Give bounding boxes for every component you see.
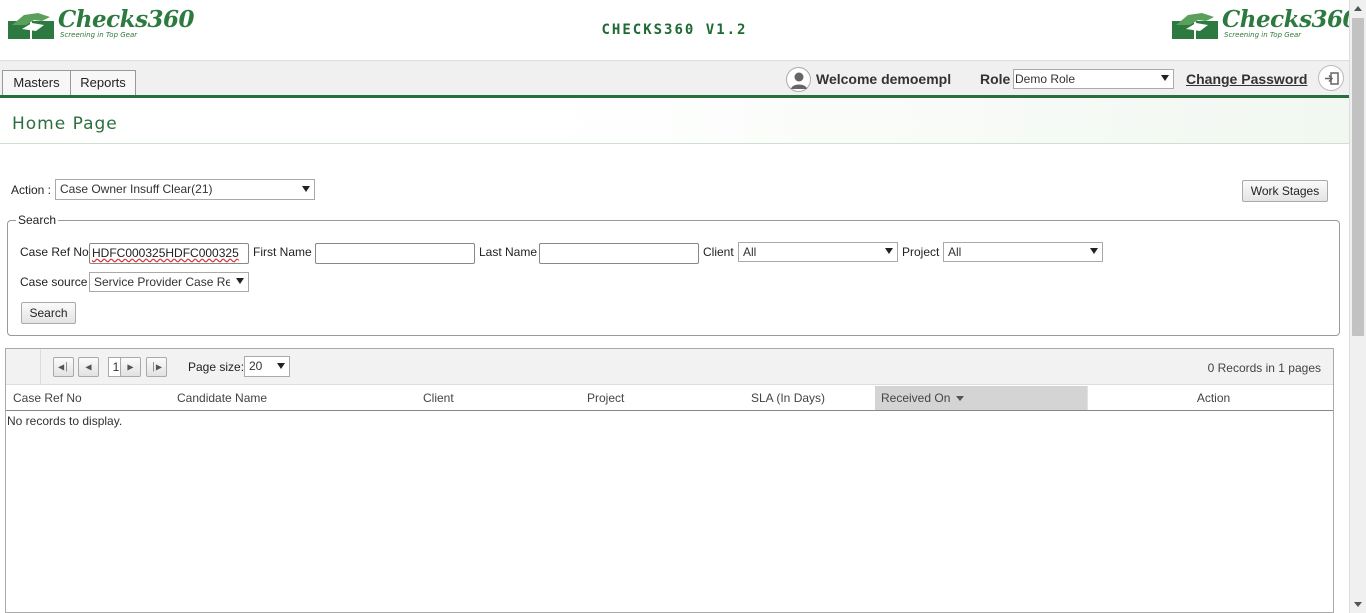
sort-desc-icon [956, 396, 965, 402]
column-header-client[interactable]: Client [417, 386, 581, 410]
user-avatar-icon [786, 67, 811, 92]
page-size-label: Page size: [188, 360, 245, 374]
case-ref-label: Case Ref No [20, 245, 89, 259]
scroll-down-icon[interactable] [1350, 596, 1366, 613]
chevron-down-icon [1090, 248, 1098, 254]
role-select-value: Demo Role [1015, 72, 1076, 86]
scroll-up-icon[interactable] [1350, 0, 1366, 17]
column-header-action[interactable]: Action [1087, 386, 1333, 410]
last-name-label: Last Name [479, 245, 538, 259]
received-on-label: Received On [881, 391, 951, 405]
project-select-value: All [948, 245, 962, 259]
work-stages-button[interactable]: Work Stages [1242, 180, 1328, 202]
prev-page-button[interactable]: ◀ [78, 357, 99, 377]
action-select-value: Case Owner Insuff Clear(21) [60, 182, 213, 196]
last-page-icon: │▶ [151, 362, 162, 372]
column-header-project[interactable]: Project [581, 386, 745, 410]
logo-mark-icon [1172, 13, 1218, 39]
action-select[interactable]: Case Owner Insuff Clear(21) [55, 179, 315, 200]
column-header-sla[interactable]: SLA (In Days) [745, 386, 875, 410]
welcome-text: Welcome demoempl [816, 71, 952, 87]
logout-icon[interactable] [1318, 65, 1344, 91]
case-source-select[interactable]: Service Provider Case Req [89, 272, 249, 292]
action-label: Action : [11, 183, 52, 197]
prev-page-icon: ◀ [85, 362, 92, 372]
project-select[interactable]: All [943, 242, 1103, 262]
case-ref-input[interactable]: HDFC000325HDFC000325 [89, 243, 249, 264]
next-page-icon: ▶ [127, 362, 134, 372]
checks360-logo-right: Checks360 Screening in Top Gear [1172, 6, 1359, 42]
last-name-input[interactable] [539, 243, 699, 264]
chevron-down-icon [277, 363, 285, 369]
client-select[interactable]: All [738, 242, 898, 262]
search-legend: Search [16, 213, 59, 227]
scrollbar-thumb[interactable] [1352, 18, 1364, 336]
chevron-down-icon [1161, 75, 1169, 81]
records-summary: 0 Records in 1 pages [1207, 361, 1321, 375]
chevron-down-icon [302, 186, 310, 192]
column-header-received-on[interactable]: Received On [875, 386, 1087, 410]
grid-pager: ◀│ ◀ 1 ▶ │▶ Page size: 20 0 Records in 1… [6, 349, 1333, 385]
search-button[interactable]: Search [21, 302, 76, 324]
logout-arrow-icon [1325, 72, 1339, 85]
app-title: CHECKS360 V1.2 [601, 22, 748, 38]
tab-reports[interactable]: Reports [70, 70, 136, 96]
case-source-label: Case source [20, 275, 88, 289]
page-title-bar: Home Page [0, 98, 1349, 144]
first-page-button[interactable]: ◀│ [53, 357, 74, 377]
change-password-link[interactable]: Change Password [1186, 71, 1307, 87]
last-page-button[interactable]: │▶ [146, 357, 167, 377]
grid-header-row: Case Ref No Candidate Name Client Projec… [6, 386, 1333, 411]
chevron-down-icon [236, 278, 244, 284]
case-source-select-value: Service Provider Case Req [94, 275, 230, 289]
app-header: Checks360 Screening in Top Gear CHECKS36… [0, 0, 1359, 60]
page-size-select[interactable]: 20 [244, 356, 290, 377]
next-page-button[interactable]: ▶ [120, 357, 141, 377]
page-size-value: 20 [249, 359, 263, 373]
user-silhouette-icon [791, 72, 807, 89]
page-title: Home Page [12, 114, 118, 134]
first-name-input[interactable] [315, 243, 475, 264]
logo-tagline: Screening in Top Gear [1224, 31, 1302, 39]
project-label: Project [902, 245, 940, 259]
column-header-candidate-name[interactable]: Candidate Name [171, 386, 417, 410]
pager-gutter [6, 349, 41, 384]
client-label: Client [703, 245, 734, 259]
case-ref-value: HDFC000325HDFC000325 [92, 246, 239, 260]
client-select-value: All [743, 245, 757, 259]
page-root: Checks360 Screening in Top Gear CHECKS36… [0, 0, 1366, 613]
tab-masters[interactable]: Masters [2, 70, 71, 96]
first-name-label: First Name [253, 245, 312, 259]
nav-bar: Masters Reports Welcome demoempl Role De… [0, 60, 1349, 96]
no-records-message: No records to display. [7, 414, 123, 428]
chevron-down-icon [885, 248, 893, 254]
first-page-icon: ◀│ [58, 362, 69, 372]
column-header-case-ref[interactable]: Case Ref No [7, 386, 170, 410]
role-select[interactable]: Demo Role [1013, 69, 1174, 89]
role-label: Role [980, 71, 1011, 87]
logo-wordmark: Checks360 [1222, 6, 1359, 33]
vertical-scrollbar[interactable] [1349, 0, 1366, 613]
